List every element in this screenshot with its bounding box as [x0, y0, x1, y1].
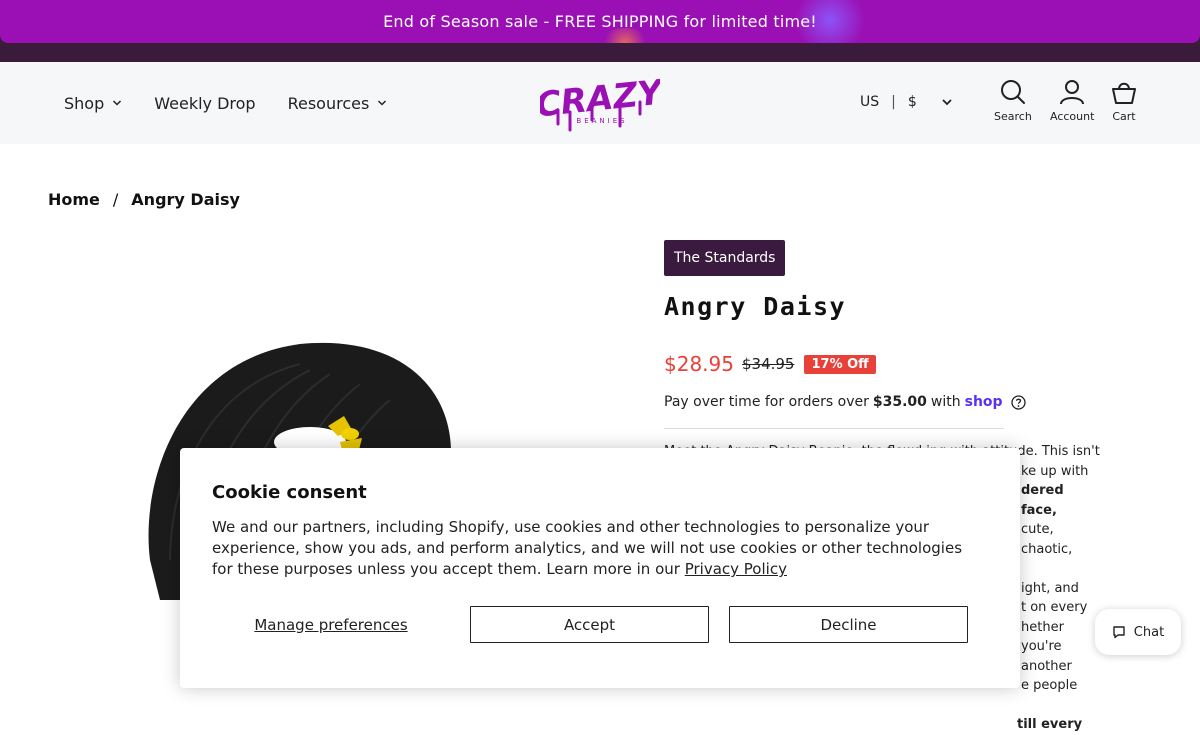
announcement-text: End of Season sale - FREE SHIPPING for l… — [383, 12, 817, 31]
price-row: $28.95 $34.95 17% Off — [664, 352, 876, 376]
account-button[interactable]: Account — [1050, 78, 1094, 123]
cookie-body: We and our partners, including Shopify, … — [212, 517, 982, 580]
cookie-body-text: We and our partners, including Shopify, … — [212, 518, 963, 578]
locale-country: US — [860, 94, 880, 110]
nav-shop-label: Shop — [64, 93, 105, 113]
site-header: Shop Weekly Drop Resources CRAZY BEANIES… — [0, 62, 1200, 144]
decline-button[interactable]: Decline — [729, 606, 968, 643]
account-label: Account — [1050, 110, 1095, 123]
chevron-down-icon — [378, 100, 387, 106]
account-icon — [1060, 80, 1085, 105]
discount-badge: 17% Off — [804, 354, 876, 374]
chat-button[interactable]: Chat — [1095, 609, 1181, 655]
installments-amount: $35.00 — [872, 394, 927, 410]
main-nav: Shop Weekly Drop Resources — [64, 62, 419, 144]
cart-icon — [1112, 82, 1136, 104]
nav-resources[interactable]: Resources — [288, 94, 388, 113]
search-label: Search — [994, 110, 1032, 123]
privacy-policy-link[interactable]: Privacy Policy — [685, 560, 787, 578]
announcement-bar-wrap: End of Season sale - FREE SHIPPING for l… — [0, 0, 1200, 62]
breadcrumb: Home / Angry Daisy — [48, 190, 240, 209]
shop-pay-logo: shop — [964, 394, 1003, 410]
chevron-down-icon — [113, 100, 122, 106]
chevron-down-icon — [942, 99, 952, 106]
nav-resources-label: Resources — [287, 93, 370, 113]
product-title: Angry Daisy — [664, 292, 847, 321]
crazy-beanies-logo[interactable]: CRAZY BEANIES — [540, 68, 660, 138]
installments-middle: with — [930, 394, 961, 410]
logo-sub-text: BEANIES — [576, 117, 627, 125]
compare-price: $34.95 — [741, 355, 795, 373]
sale-price: $28.95 — [664, 352, 734, 376]
breadcrumb-home[interactable]: Home — [48, 190, 100, 209]
breadcrumb-current: Angry Daisy — [131, 190, 240, 209]
cart-button[interactable]: Cart — [1110, 78, 1138, 123]
chat-label: Chat — [1133, 624, 1165, 640]
locale-selector[interactable]: US | $ — [860, 94, 953, 110]
locale-currency: $ — [907, 94, 917, 110]
shop-pay-installments: Pay over time for orders over $35.00 wit… — [664, 394, 1026, 410]
chat-icon — [1113, 626, 1125, 639]
announcement-bar[interactable]: End of Season sale - FREE SHIPPING for l… — [0, 0, 1200, 43]
search-icon — [1000, 80, 1025, 104]
search-button[interactable]: Search — [994, 78, 1032, 123]
question-icon[interactable] — [1010, 394, 1026, 410]
manage-preferences-link[interactable]: Manage preferences — [212, 616, 450, 634]
nav-weekly-drop[interactable]: Weekly Drop — [154, 94, 255, 113]
cart-label: Cart — [1112, 110, 1136, 123]
price-divider — [664, 428, 1004, 429]
cookie-consent-dialog: Cookie consent We and our partners, incl… — [180, 448, 1020, 688]
breadcrumb-separator: / — [112, 190, 119, 209]
cookie-actions: Manage preferences Accept Decline — [212, 606, 968, 643]
installments-prefix: Pay over time for orders over — [664, 394, 869, 410]
collection-badge[interactable]: The Standards — [664, 240, 786, 276]
nav-weekly-drop-label: Weekly Drop — [154, 93, 256, 113]
accept-button[interactable]: Accept — [470, 606, 709, 643]
cookie-title: Cookie consent — [212, 482, 367, 503]
locale-separator: | — [891, 94, 896, 110]
desc-line: till every — [1017, 717, 1083, 732]
nav-shop[interactable]: Shop — [64, 94, 122, 113]
